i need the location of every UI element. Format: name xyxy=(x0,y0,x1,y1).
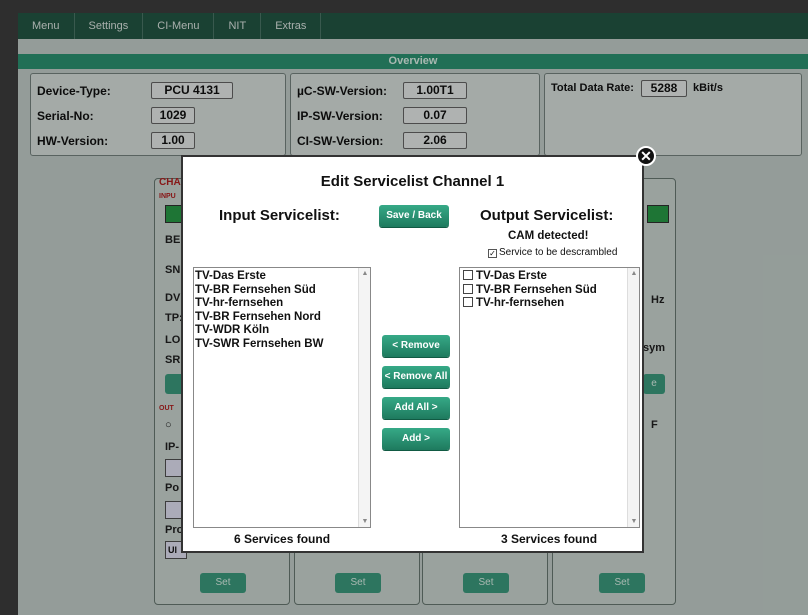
output-list-scrollbar[interactable]: ▲ ▼ xyxy=(627,268,639,527)
input-servicelist-header: Input Servicelist: xyxy=(219,207,340,224)
output-service-label: TV-BR Fernsehen Süd xyxy=(476,283,597,296)
data-rate-panel: Total Data Rate: 5288 kBit/s xyxy=(544,73,802,156)
software-info-panel: µC-SW-Version: 1.00T1 IP-SW-Version: 0.0… xyxy=(290,73,540,156)
input-service-item[interactable]: TV-SWR Fernsehen BW xyxy=(195,338,370,352)
serial-value: 1029 xyxy=(151,107,195,124)
scroll-down-icon[interactable]: ▼ xyxy=(359,518,370,525)
input-service-list[interactable]: TV-Das Erste TV-BR Fernsehen Süd TV-hr-fer… xyxy=(193,267,371,528)
descramble-label: Service to be descrambled xyxy=(499,247,618,258)
input-service-item[interactable]: TV-hr-fernsehen xyxy=(195,297,370,311)
input-set-button-4[interactable]: e xyxy=(643,374,665,394)
output-service-item[interactable]: TV-hr-fernsehen xyxy=(463,297,639,311)
hw-version-value: 1.00 xyxy=(151,132,195,149)
cam-detected-text: CAM detected! xyxy=(508,230,589,242)
add-button[interactable]: Add > xyxy=(382,428,450,450)
hw-version-label: HW-Version: xyxy=(37,134,109,148)
device-type-label: Device-Type: xyxy=(37,84,111,98)
device-info-panel: Device-Type: PCU 4131 Serial-No: 1029 HW… xyxy=(30,73,286,156)
input-service-item[interactable]: TV-BR Fernsehen Süd xyxy=(195,284,370,298)
uc-sw-version-label: µC-SW-Version: xyxy=(297,84,388,98)
input-list-scrollbar[interactable]: ▲ ▼ xyxy=(358,268,370,527)
checkbox-checked-icon[interactable]: ✓ xyxy=(488,249,497,258)
remove-button[interactable]: < Remove xyxy=(382,335,450,357)
output-count: 3 Services found xyxy=(501,532,598,546)
ip-sw-version-label: IP-SW-Version: xyxy=(297,109,383,123)
menu-item-extras[interactable]: Extras xyxy=(261,13,322,39)
checkbox-icon[interactable] xyxy=(463,283,473,294)
menu-item-nit[interactable]: NIT xyxy=(214,13,262,39)
hz-label: Hz xyxy=(651,294,665,306)
overview-title: Overview xyxy=(18,54,808,69)
input-service-item[interactable]: TV-BR Fernsehen Nord xyxy=(195,311,370,325)
input-service-item[interactable]: TV-Das Erste xyxy=(195,270,370,284)
checkbox-icon[interactable] xyxy=(463,270,473,280)
checkbox-icon[interactable] xyxy=(463,297,473,307)
edit-servicelist-dialog: Edit Servicelist Channel 1 Input Service… xyxy=(181,155,644,553)
menu-item-menu[interactable]: Menu xyxy=(18,13,75,39)
output-section-label: OUT xyxy=(159,405,174,412)
output-service-item[interactable]: TV-Das Erste xyxy=(463,270,639,284)
input-service-item[interactable]: TV-WDR Köln xyxy=(195,324,370,338)
f-label: F xyxy=(651,419,658,431)
port-label: Po xyxy=(165,482,180,494)
output-service-list[interactable]: TV-Das Erste TV-BR Fernsehen Süd TV-hr-fer… xyxy=(459,267,640,528)
channel-label: CHA xyxy=(159,177,181,188)
ip-label: IP- xyxy=(165,441,180,453)
menu-bar: Menu Settings CI-Menu NIT Extras xyxy=(18,13,808,39)
output-service-item[interactable]: TV-BR Fernsehen Süd xyxy=(463,283,639,298)
output-service-label: TV-Das Erste xyxy=(476,270,547,282)
ci-sw-version-value: 2.06 xyxy=(403,132,467,149)
ip-sw-version-value: 0.07 xyxy=(403,107,467,124)
input-count: 6 Services found xyxy=(234,532,331,546)
total-data-rate-label: Total Data Rate: xyxy=(551,82,634,94)
output-servicelist-header: Output Servicelist: xyxy=(480,207,614,224)
remove-all-button[interactable]: < Remove All xyxy=(382,366,450,388)
descramble-option[interactable]: ✓ Service to be descrambled xyxy=(488,247,617,258)
data-rate-unit: kBit/s xyxy=(693,82,723,94)
dialog-title: Edit Servicelist Channel 1 xyxy=(320,173,505,190)
output-service-label: TV-hr-fernsehen xyxy=(476,297,565,309)
add-all-button[interactable]: Add All > xyxy=(382,397,450,419)
uc-sw-version-value: 1.00T1 xyxy=(403,82,467,99)
scroll-up-icon[interactable]: ▲ xyxy=(628,270,639,277)
status-led-4 xyxy=(647,205,669,223)
ci-sw-version-label: CI-SW-Version: xyxy=(297,134,384,148)
save-back-button[interactable]: Save / Back xyxy=(379,205,449,227)
sym-label: sym xyxy=(643,342,666,354)
scroll-down-icon[interactable]: ▼ xyxy=(628,518,639,525)
serial-label: Serial-No: xyxy=(37,109,94,123)
set-button-3[interactable]: Set xyxy=(463,573,509,593)
scroll-up-icon[interactable]: ▲ xyxy=(359,270,370,277)
set-button-4[interactable]: Set xyxy=(599,573,645,593)
menu-item-settings[interactable]: Settings xyxy=(75,13,144,39)
set-button-2[interactable]: Set xyxy=(335,573,381,593)
close-icon[interactable]: ✕ xyxy=(636,146,656,166)
set-button-1[interactable]: Set xyxy=(200,573,246,593)
radio-icon[interactable]: ○ xyxy=(165,419,172,431)
total-data-rate-value: 5288 xyxy=(641,80,687,97)
device-type-value: PCU 4131 xyxy=(151,82,233,99)
menu-item-ci-menu[interactable]: CI-Menu xyxy=(143,13,215,39)
input-section-label: INPU xyxy=(159,193,176,200)
